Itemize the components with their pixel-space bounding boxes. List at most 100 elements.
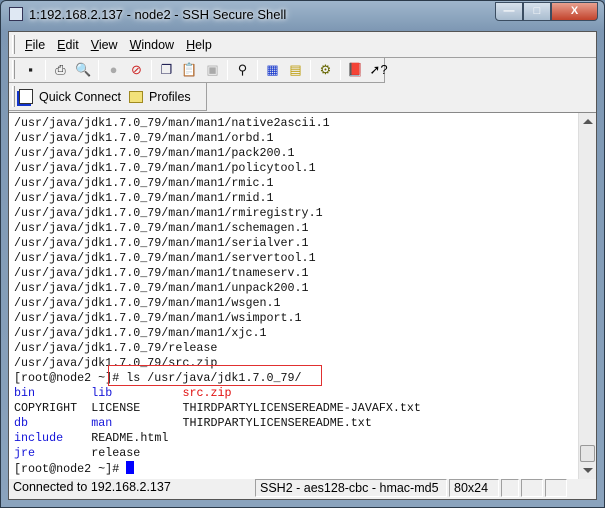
listing-entry: LICENSE <box>91 401 141 415</box>
path-line: /usr/java/jdk1.7.0_79/man/man1/orbd.1 <box>14 131 274 145</box>
toolbar-separator <box>45 59 46 80</box>
new-file-transfer-icon[interactable]: ▤ <box>286 60 305 79</box>
path-line: /usr/java/jdk1.7.0_79/man/man1/rmiregist… <box>14 206 323 220</box>
scroll-up-icon[interactable] <box>583 119 593 124</box>
menu-bar: File Edit View Window Help <box>9 32 596 58</box>
key-icon <box>521 479 543 497</box>
find-icon[interactable]: ⚲ <box>233 60 252 79</box>
listing-entry: lib <box>91 386 113 400</box>
status-cell-empty <box>501 479 519 497</box>
menu-view[interactable]: View <box>85 38 124 52</box>
terminal-line: /usr/java/jdk1.7.0_79/man/man1/pack200.1 <box>14 146 421 161</box>
listing-entry: db <box>14 416 29 430</box>
terminal[interactable]: /usr/java/jdk1.7.0_79/man/man1/native2as… <box>9 112 596 479</box>
terminal-line: bin lib src.zip <box>14 386 421 401</box>
terminal-line: /usr/java/jdk1.7.0_79/release <box>14 341 421 356</box>
terminal-line: /usr/java/jdk1.7.0_79/man/man1/xjc.1 <box>14 326 421 341</box>
listing-entry: THIRDPARTYLICENSEREADME.txt <box>182 416 372 430</box>
window-title: 1:192.168.2.137 - node2 - SSH Secure She… <box>29 7 287 22</box>
copy-icon[interactable]: ❐ <box>157 60 176 79</box>
command-highlight-box <box>108 365 322 386</box>
terminal-line: /usr/java/jdk1.7.0_79/man/man1/schemagen… <box>14 221 421 236</box>
menu-window[interactable]: Window <box>124 38 180 52</box>
new-terminal-icon[interactable]: ▦ <box>263 60 282 79</box>
terminal-line: /usr/java/jdk1.7.0_79/man/man1/servertoo… <box>14 251 421 266</box>
menu-edit[interactable]: Edit <box>51 38 85 52</box>
path-line: /usr/java/jdk1.7.0_79/man/man1/native2as… <box>14 116 330 130</box>
path-line: /usr/java/jdk1.7.0_79/man/man1/servertoo… <box>14 251 316 265</box>
path-line: /usr/java/jdk1.7.0_79/release <box>14 341 218 355</box>
status-bar: Connected to 192.168.2.137 SSH2 - aes128… <box>9 477 596 499</box>
app-icon <box>9 7 23 21</box>
close-button[interactable]: X <box>551 2 598 21</box>
quick-connect-label: Quick Connect <box>39 89 121 104</box>
disconnect-icon[interactable]: ● <box>104 60 123 79</box>
window-frame: 1:192.168.2.137 - node2 - SSH Secure She… <box>0 0 605 508</box>
toolbar: ▪ ⎙ 🔍 ● ⊘ ❐ 📋 ▣ ⚲ ▦ ▤ ⚙ 📕 ➚? <box>9 57 388 83</box>
path-line: /usr/java/jdk1.7.0_79/man/man1/unpack200… <box>14 281 309 295</box>
terminal-line: jre release <box>14 446 421 461</box>
cursor <box>126 461 135 474</box>
listing-entry: release <box>91 446 141 460</box>
path-line: /usr/java/jdk1.7.0_79/man/man1/tnameserv… <box>14 266 309 280</box>
terminal-size: 80x24 <box>449 479 499 497</box>
listing-entry: README.html <box>91 431 169 445</box>
toolbar-separator <box>151 59 152 80</box>
terminal-line: include README.html <box>14 431 421 446</box>
path-line: /usr/java/jdk1.7.0_79/man/man1/rmic.1 <box>14 176 274 190</box>
terminal-line: [root@node2 ~]# <box>14 461 421 477</box>
paste-disabled-icon[interactable]: ▣ <box>203 60 222 79</box>
terminal-line: /usr/java/jdk1.7.0_79/man/man1/native2as… <box>14 116 421 131</box>
path-line: /usr/java/jdk1.7.0_79/man/man1/policytoo… <box>14 161 316 175</box>
listing-entry: THIRDPARTYLICENSEREADME-JAVAFX.txt <box>182 401 421 415</box>
terminal-line: /usr/java/jdk1.7.0_79/man/man1/rmic.1 <box>14 176 421 191</box>
terminal-line: /usr/java/jdk1.7.0_79/man/man1/wsimport.… <box>14 311 421 326</box>
cipher-status: SSH2 - aes128-cbc - hmac-md5 <box>255 479 447 497</box>
maximize-button[interactable]: □ <box>523 2 551 21</box>
terminal-line: COPYRIGHT LICENSE THIRDPARTYLICENSEREADME-… <box>14 401 421 416</box>
save-icon[interactable]: ▪ <box>21 60 40 79</box>
quick-connect-button[interactable]: Quick Connect <box>19 89 121 104</box>
profiles-label: Profiles <box>148 89 191 104</box>
terminal-line: /usr/java/jdk1.7.0_79/man/man1/serialver… <box>14 236 421 251</box>
path-line: /usr/java/jdk1.7.0_79/man/man1/wsimport.… <box>14 311 302 325</box>
listing-entry: include <box>14 431 64 445</box>
connection-status: Connected to 192.168.2.137 <box>13 480 171 494</box>
minimize-button[interactable]: — <box>495 2 523 21</box>
listing-entry: bin <box>14 386 36 400</box>
quick-connect-icon <box>19 89 33 104</box>
terminal-line: /usr/java/jdk1.7.0_79/man/man1/unpack200… <box>14 281 421 296</box>
listing-entry: COPYRIGHT <box>14 401 78 415</box>
terminal-line: /usr/java/jdk1.7.0_79/man/man1/wsgen.1 <box>14 296 421 311</box>
vertical-scrollbar[interactable] <box>578 113 596 479</box>
print-preview-icon[interactable]: 🔍 <box>74 60 93 79</box>
status-cell-empty <box>545 479 567 497</box>
terminal-output: /usr/java/jdk1.7.0_79/man/man1/native2as… <box>14 116 421 477</box>
listing-entry: man <box>91 416 113 430</box>
terminal-line: /usr/java/jdk1.7.0_79/man/man1/rmiregist… <box>14 206 421 221</box>
terminal-line: /usr/java/jdk1.7.0_79/man/man1/orbd.1 <box>14 131 421 146</box>
paste-icon[interactable]: 📋 <box>180 60 199 79</box>
terminal-line: db man THIRDPARTYLICENSEREADME.txt <box>14 416 421 431</box>
context-help-icon[interactable]: ➚? <box>369 60 388 79</box>
toolbar-separator <box>310 59 311 80</box>
profiles-button[interactable]: Profiles <box>128 89 191 104</box>
scroll-thumb[interactable] <box>580 445 595 462</box>
path-line: /usr/java/jdk1.7.0_79/man/man1/serialver… <box>14 236 309 250</box>
title-bar[interactable]: 1:192.168.2.137 - node2 - SSH Secure She… <box>1 1 604 29</box>
scroll-down-icon[interactable] <box>583 468 593 473</box>
folder-icon <box>128 90 143 103</box>
menu-help[interactable]: Help <box>180 38 218 52</box>
listing-entry: src.zip <box>182 386 232 400</box>
path-line: /usr/java/jdk1.7.0_79/man/man1/pack200.1 <box>14 146 295 160</box>
print-icon[interactable]: ⎙ <box>51 60 70 79</box>
terminal-line: /usr/java/jdk1.7.0_79/man/man1/tnameserv… <box>14 266 421 281</box>
path-line: /usr/java/jdk1.7.0_79/man/man1/xjc.1 <box>14 326 267 340</box>
menu-file[interactable]: File <box>19 38 51 52</box>
toolbar-separator <box>340 59 341 80</box>
toolbar-separator <box>257 59 258 80</box>
help-book-icon[interactable]: 📕 <box>346 60 365 79</box>
quick-connect-bar: Quick Connect Profiles <box>9 83 207 111</box>
settings-icon[interactable]: ⚙ <box>316 60 335 79</box>
disconnect-disabled-icon[interactable]: ⊘ <box>127 60 146 79</box>
